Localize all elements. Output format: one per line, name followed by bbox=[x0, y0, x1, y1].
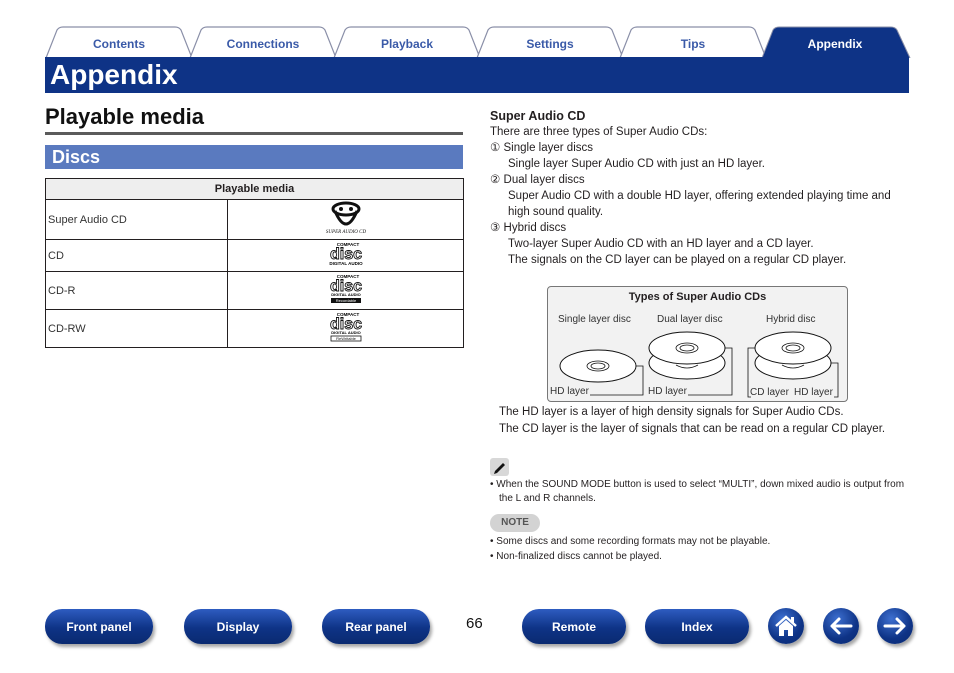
tab-settings[interactable]: Settings bbox=[476, 26, 624, 58]
hd-layer-label: HD layer bbox=[550, 386, 589, 397]
back-arrow-icon bbox=[830, 617, 853, 635]
index-button[interactable]: Index bbox=[645, 609, 749, 644]
item-description: Super Audio CD with a double HD layer, o… bbox=[508, 190, 891, 218]
table-row: CD-RW COMPACT disc DIGITAL AUDIO ReWrita… bbox=[45, 309, 464, 348]
item-label: Dual layer discs bbox=[503, 174, 585, 186]
sacd-type-item: ③ Hybrid discs bbox=[490, 220, 910, 236]
svg-text:DIGITAL AUDIO: DIGITAL AUDIO bbox=[329, 261, 363, 266]
tab-contents[interactable]: Contents bbox=[45, 26, 193, 58]
media-name: Super Audio CD bbox=[45, 199, 228, 240]
compact-disc-recordable-logo: COMPACT disc DIGITAL AUDIO Recordable bbox=[227, 271, 464, 310]
cd-layer-label: CD layer bbox=[750, 387, 789, 398]
table-row: CD-R COMPACT disc DIGITAL AUDIO Recordab… bbox=[45, 271, 464, 310]
item-number: ② bbox=[490, 174, 501, 186]
sacd-type-item: ① Single layer discs bbox=[490, 140, 910, 156]
sacd-type-item: ② Dual layer discs bbox=[490, 172, 910, 188]
compact-disc-logo-icon: COMPACT disc DIGITAL AUDIO bbox=[329, 242, 363, 266]
super-audio-cd-logo: SUPER AUDIO CD bbox=[227, 199, 464, 240]
forward-button[interactable] bbox=[877, 608, 913, 644]
tab-label: Playback bbox=[380, 37, 434, 51]
explanation-line: The HD layer is a layer of high density … bbox=[499, 406, 844, 418]
compact-disc-digital-audio-logo: COMPACT disc DIGITAL AUDIO bbox=[227, 239, 464, 272]
table-header: Playable media bbox=[45, 178, 464, 200]
note-item: • Some discs and some recording formats … bbox=[490, 536, 771, 547]
svg-text:DIGITAL AUDIO: DIGITAL AUDIO bbox=[331, 330, 360, 335]
item-description: Single layer Super Audio CD with just an… bbox=[508, 158, 765, 170]
page-number: 66 bbox=[466, 615, 483, 632]
layer-explanation: The HD layer is a layer of high density … bbox=[499, 404, 909, 437]
hd-layer-label: HD layer bbox=[794, 387, 833, 398]
subsection-header: Discs bbox=[45, 145, 463, 169]
forward-arrow-icon bbox=[883, 617, 906, 635]
compact-disc-rewritable-logo: COMPACT disc DIGITAL AUDIO ReWritable bbox=[227, 309, 464, 348]
compact-disc-rewritable-icon: COMPACT disc DIGITAL AUDIO ReWritable bbox=[329, 312, 362, 342]
home-button[interactable] bbox=[768, 608, 804, 644]
dual-layer-disc-top bbox=[648, 331, 726, 365]
section-title: Playable media bbox=[45, 104, 204, 129]
hd-layer-label: HD layer bbox=[648, 386, 687, 397]
tab-label: Connections bbox=[226, 37, 300, 51]
sacd-logo-icon: SUPER AUDIO CD bbox=[325, 201, 366, 235]
tab-tips[interactable]: Tips bbox=[619, 26, 767, 58]
note-item: • Non-finalized discs cannot be played. bbox=[490, 550, 662, 562]
compact-disc-recordable-icon: COMPACT disc DIGITAL AUDIO Recordable bbox=[329, 274, 362, 303]
tab-label: Appendix bbox=[807, 37, 863, 51]
page-title: Appendix bbox=[50, 59, 178, 90]
sacd-intro: There are three types of Super Audio CDs… bbox=[490, 126, 708, 138]
svg-text:ReWritable: ReWritable bbox=[336, 336, 356, 341]
svg-text:Recordable: Recordable bbox=[335, 298, 356, 303]
display-button[interactable]: Display bbox=[184, 609, 292, 644]
tab-appendix[interactable]: Appendix bbox=[761, 26, 911, 58]
rear-panel-button[interactable]: Rear panel bbox=[322, 609, 430, 644]
chapter-tabs: Contents Connections Playback Settings T… bbox=[45, 26, 911, 58]
remote-button[interactable]: Remote bbox=[522, 609, 626, 644]
table-row: Super Audio CD SUPER AUDIO CD bbox=[45, 199, 464, 240]
item-label: Single layer discs bbox=[503, 142, 593, 154]
note-text: Non-finalized discs cannot be played. bbox=[496, 550, 662, 562]
pencil-glyph bbox=[494, 463, 505, 474]
subsection-title: Discs bbox=[52, 147, 101, 167]
disc-illustrations bbox=[559, 331, 839, 398]
item-label: Hybrid discs bbox=[503, 222, 567, 234]
item-description: The signals on the CD layer can be playe… bbox=[508, 254, 847, 266]
single-layer-disc bbox=[559, 349, 637, 383]
media-name: CD-R bbox=[45, 271, 228, 310]
sacd-heading: Super Audio CD bbox=[490, 109, 586, 123]
playable-media-table: Playable media Super Audio CD SUPER AUDI… bbox=[45, 178, 464, 348]
hybrid-disc-top bbox=[754, 331, 832, 365]
explanation-line: The CD layer is the layer of signals tha… bbox=[499, 422, 886, 435]
svg-text:DIGITAL AUDIO: DIGITAL AUDIO bbox=[331, 292, 360, 297]
note-list: • Some discs and some recording formats … bbox=[490, 535, 910, 564]
section-divider bbox=[45, 132, 463, 135]
media-name: CD bbox=[45, 239, 228, 272]
chapter-banner: Appendix bbox=[45, 57, 909, 93]
home-icon bbox=[775, 615, 797, 636]
tab-connections[interactable]: Connections bbox=[189, 26, 337, 58]
item-number: ① bbox=[490, 142, 501, 154]
media-name: CD-RW bbox=[45, 309, 228, 348]
tip-content: When the SOUND MODE button is used to se… bbox=[496, 479, 905, 504]
svg-text:SUPER AUDIO CD: SUPER AUDIO CD bbox=[325, 230, 366, 235]
note-text: Some discs and some recording formats ma… bbox=[496, 536, 771, 547]
tip-text: • When the SOUND MODE button is used to … bbox=[490, 479, 905, 504]
super-audio-cd-section: Super Audio CD There are three types of … bbox=[490, 108, 910, 268]
item-number: ③ bbox=[490, 222, 501, 234]
tab-label: Settings bbox=[526, 37, 574, 51]
front-panel-button[interactable]: Front panel bbox=[45, 609, 153, 644]
sacd-types-diagram: Types of Super Audio CDs Single layer di… bbox=[547, 286, 848, 402]
table-row: CD COMPACT disc DIGITAL AUDIO bbox=[45, 239, 464, 272]
note-badge: NOTE bbox=[490, 514, 540, 532]
tab-label: Contents bbox=[93, 37, 145, 51]
back-button[interactable] bbox=[823, 608, 859, 644]
pencil-icon bbox=[490, 458, 509, 476]
tab-label: Tips bbox=[680, 37, 706, 51]
item-description: Two-layer Super Audio CD with an HD laye… bbox=[508, 238, 814, 250]
tab-playback[interactable]: Playback bbox=[333, 26, 481, 58]
